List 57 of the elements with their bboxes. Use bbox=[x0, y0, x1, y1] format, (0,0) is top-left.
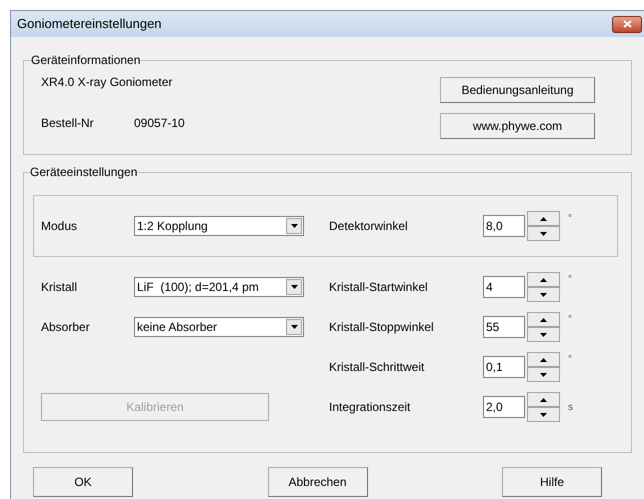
field-label: Modus bbox=[41, 218, 78, 235]
website-button[interactable]: www.phywe.com bbox=[440, 113, 595, 139]
increment-button[interactable] bbox=[527, 272, 560, 287]
increment-button[interactable] bbox=[527, 352, 560, 367]
number-field[interactable]: 55 bbox=[483, 316, 525, 338]
field-label: Kristall-Schrittweit bbox=[329, 359, 426, 376]
decrement-button[interactable] bbox=[527, 407, 560, 422]
dropdown-arrow-icon bbox=[290, 325, 298, 329]
order-number: 09057-10 bbox=[134, 115, 185, 132]
device-name: XR4.0 X-ray Goniometer bbox=[41, 74, 174, 91]
dropdown-arrow-icon bbox=[290, 224, 298, 228]
unit-label: ° bbox=[568, 313, 572, 327]
cancel-button[interactable]: Abbrechen bbox=[268, 467, 368, 497]
field-label: Absorber bbox=[41, 319, 91, 336]
field-label: Kristall-Startwinkel bbox=[329, 279, 429, 296]
increment-button[interactable] bbox=[527, 211, 560, 226]
decrement-button[interactable] bbox=[527, 327, 560, 342]
unit-label: ° bbox=[568, 353, 572, 367]
manual-button[interactable]: Bedienungsanleitung bbox=[440, 77, 595, 103]
dropdown[interactable]: keine Absorber bbox=[134, 317, 304, 337]
dropdown[interactable]: 1:2 Kopplung bbox=[134, 216, 304, 236]
field-label: Integrationszeit bbox=[329, 399, 412, 416]
up-arrow-icon bbox=[540, 278, 547, 282]
field-label: Kristall-Stoppwinkel bbox=[329, 319, 435, 336]
up-arrow-icon bbox=[540, 216, 547, 220]
increment-button[interactable] bbox=[527, 312, 560, 327]
decrement-button[interactable] bbox=[527, 226, 560, 241]
dropdown-arrow-icon bbox=[290, 285, 298, 289]
down-arrow-icon bbox=[540, 292, 547, 296]
dropdown[interactable]: LiF (100); d=201,4 pm bbox=[134, 277, 304, 297]
group-title: Geräteeinstellungen bbox=[30, 164, 138, 181]
down-arrow-icon bbox=[540, 332, 547, 336]
window-title: Goniometereinstellungen bbox=[17, 15, 162, 34]
up-arrow-icon bbox=[540, 358, 547, 362]
number-field[interactable]: 4 bbox=[483, 276, 525, 298]
number-field[interactable]: 0,1 bbox=[483, 356, 525, 378]
close-button[interactable] bbox=[612, 16, 642, 32]
number-field[interactable]: 8,0 bbox=[483, 215, 525, 237]
down-arrow-icon bbox=[540, 372, 547, 376]
down-arrow-icon bbox=[540, 232, 547, 236]
up-arrow-icon bbox=[540, 318, 547, 322]
decrement-button[interactable] bbox=[527, 287, 560, 302]
number-field[interactable]: 2,0 bbox=[483, 396, 525, 418]
unit-label: ° bbox=[568, 212, 572, 226]
unit-label: s bbox=[568, 400, 573, 414]
help-button[interactable]: Hilfe bbox=[502, 467, 602, 497]
unit-label: ° bbox=[568, 273, 572, 287]
group-title: Geräteinformationen bbox=[31, 52, 140, 69]
increment-button[interactable] bbox=[527, 392, 560, 407]
decrement-button[interactable] bbox=[527, 367, 560, 382]
up-arrow-icon bbox=[540, 398, 547, 402]
ok-button[interactable]: OK bbox=[33, 467, 133, 497]
close-icon bbox=[622, 20, 632, 28]
field-label: Kristall bbox=[41, 279, 78, 296]
down-arrow-icon bbox=[540, 412, 547, 416]
field-label: Detektorwinkel bbox=[329, 218, 409, 235]
order-number-label: Bestell-Nr bbox=[41, 115, 95, 132]
